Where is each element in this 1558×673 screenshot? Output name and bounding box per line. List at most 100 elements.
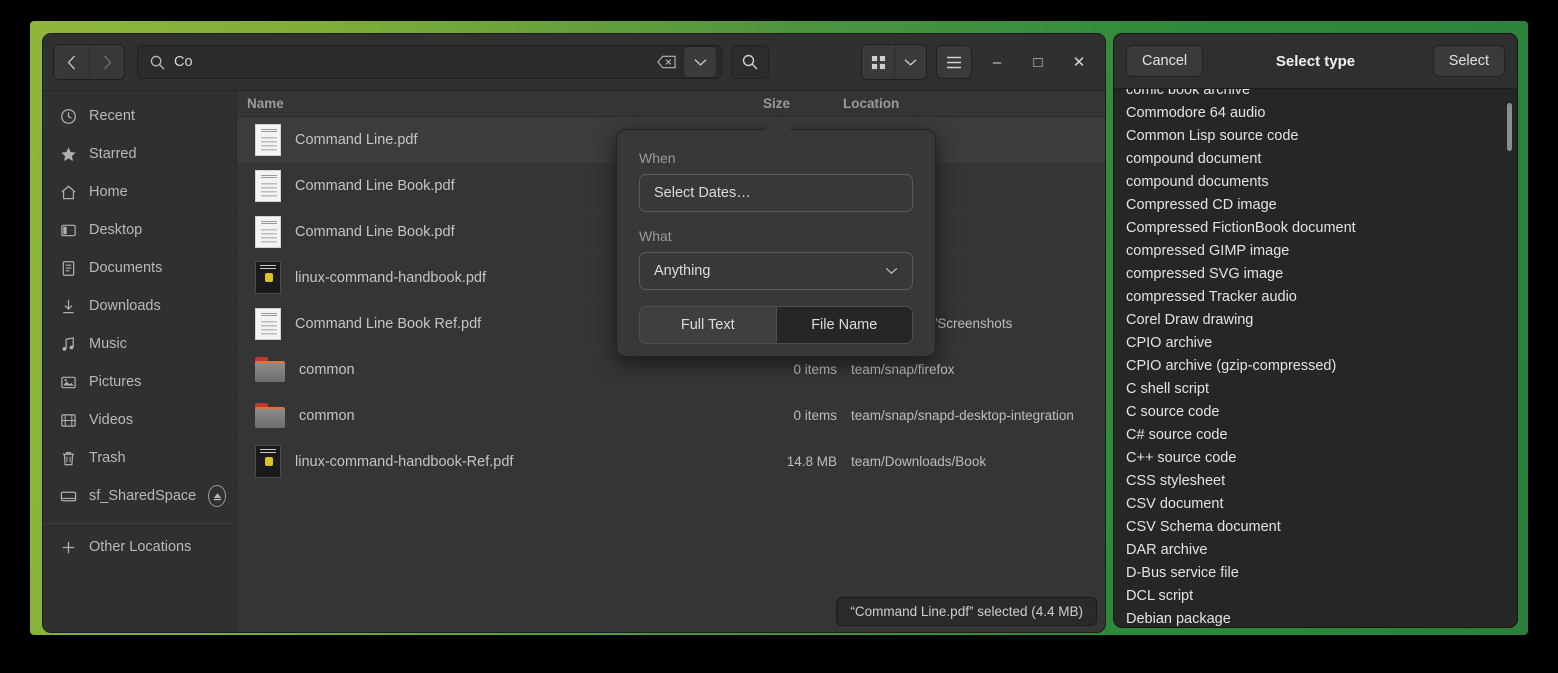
list-item[interactable]: DAR archive <box>1114 539 1517 562</box>
minimize-button[interactable]: – <box>981 45 1013 79</box>
column-header-location[interactable]: Location <box>837 96 1105 111</box>
full-text-button[interactable]: Full Text <box>640 307 776 343</box>
list-item[interactable]: Compressed FictionBook document <box>1114 217 1517 240</box>
list-item[interactable]: C source code <box>1114 401 1517 424</box>
pdf-file-icon <box>255 123 281 156</box>
select-type-dialog: Cancel Select type Select comic book arc… <box>1113 33 1518 628</box>
headerbar-right-controls: – □ ✕ <box>861 44 1095 80</box>
document-icon <box>59 259 77 277</box>
list-item[interactable]: compressed GIMP image <box>1114 240 1517 263</box>
list-item[interactable]: compound document <box>1114 148 1517 171</box>
sidebar-item-label: Downloads <box>89 298 161 314</box>
list-item[interactable]: Compressed CD image <box>1114 194 1517 217</box>
list-item[interactable]: Corel Draw drawing <box>1114 309 1517 332</box>
list-item[interactable]: CSS stylesheet <box>1114 470 1517 493</box>
sidebar-item-label: Home <box>89 184 128 200</box>
sidebar-item-trash[interactable]: Trash <box>43 439 236 477</box>
book-file-icon <box>255 261 281 294</box>
view-chevron-down-icon[interactable] <box>894 45 926 79</box>
clock-icon <box>59 107 77 125</box>
search-toggle-button[interactable] <box>731 45 769 79</box>
star-icon <box>59 145 77 163</box>
list-item[interactable]: C shell script <box>1114 378 1517 401</box>
cancel-button[interactable]: Cancel <box>1126 45 1204 77</box>
sidebar-item-downloads[interactable]: Downloads <box>43 287 236 325</box>
eject-icon[interactable] <box>208 485 226 507</box>
back-button[interactable] <box>54 45 89 79</box>
list-item[interactable]: D-Bus service file <box>1114 562 1517 585</box>
sidebar-divider <box>43 523 236 524</box>
file-name-label: Command Line Book.pdf <box>295 223 455 240</box>
list-item[interactable]: compressed SVG image <box>1114 263 1517 286</box>
column-headers: Name Size Location <box>237 91 1105 117</box>
type-list[interactable]: comic book archive Commodore 64 audio Co… <box>1114 89 1517 627</box>
clear-backspace-icon[interactable] <box>649 46 683 78</box>
list-item[interactable]: comic book archive <box>1114 89 1517 102</box>
dialog-headerbar: Cancel Select type Select <box>1114 34 1517 89</box>
what-value: Anything <box>654 263 711 279</box>
sidebar-item-home[interactable]: Home <box>43 173 236 211</box>
list-item[interactable]: compressed Tracker audio <box>1114 286 1517 309</box>
search-options-chevron-down-icon[interactable] <box>683 46 717 78</box>
scrollbar-thumb[interactable] <box>1507 103 1512 151</box>
sidebar-item-videos[interactable]: Videos <box>43 401 236 439</box>
list-item[interactable]: C# source code <box>1114 424 1517 447</box>
popover-arrow <box>765 118 791 130</box>
hamburger-menu-icon[interactable] <box>936 45 972 79</box>
file-name-button[interactable]: File Name <box>775 307 912 343</box>
list-item[interactable]: Common Lisp source code <box>1114 125 1517 148</box>
film-icon <box>59 411 77 429</box>
sidebar-item-pictures[interactable]: Pictures <box>43 363 236 401</box>
list-item[interactable]: CPIO archive <box>1114 332 1517 355</box>
list-item[interactable]: Debian package <box>1114 608 1517 627</box>
file-name-label: Command Line.pdf <box>295 131 418 148</box>
sidebar-item-other-locations[interactable]: Other Locations <box>43 528 236 566</box>
file-size-cell: 0 items <box>793 408 837 423</box>
sidebar-item-desktop[interactable]: Desktop <box>43 211 236 249</box>
music-note-icon <box>59 335 77 353</box>
select-dates-field[interactable]: Select Dates… <box>639 174 913 212</box>
picture-icon <box>59 373 77 391</box>
search-field[interactable]: Co <box>137 45 722 79</box>
file-name-cell: common <box>237 357 763 382</box>
file-location-cell: team/Downloads/Book <box>851 454 987 469</box>
column-header-name[interactable]: Name <box>237 96 763 111</box>
file-name-label: common <box>299 361 355 378</box>
what-label: What <box>639 228 672 244</box>
list-item[interactable]: CSV Schema document <box>1114 516 1517 539</box>
sidebar-item-label: Music <box>89 336 127 352</box>
file-name-label: Command Line Book.pdf <box>295 177 455 194</box>
maximize-button[interactable]: □ <box>1022 45 1054 79</box>
sidebar-item-label: Starred <box>89 146 137 162</box>
trash-icon <box>59 449 77 467</box>
grid-view-icon[interactable] <box>862 45 894 79</box>
close-button[interactable]: ✕ <box>1063 45 1095 79</box>
column-header-size[interactable]: Size <box>763 96 837 111</box>
list-item[interactable]: DCL script <box>1114 585 1517 608</box>
sidebar-item-starred[interactable]: Starred <box>43 135 236 173</box>
file-location-cell: team/snap/firefox <box>851 362 955 377</box>
table-row[interactable]: linux-command-handbook-Ref.pdf 14.8 MB t… <box>237 439 1105 485</box>
what-dropdown[interactable]: Anything <box>639 252 913 290</box>
sidebar-item-label: Videos <box>89 412 134 428</box>
forward-button[interactable] <box>89 45 124 79</box>
drive-icon <box>59 487 77 505</box>
pdf-file-icon <box>255 307 281 340</box>
sidebar-item-recent[interactable]: Recent <box>43 97 236 135</box>
home-icon <box>59 183 77 201</box>
desktop-icon <box>59 221 77 239</box>
list-item[interactable]: C++ source code <box>1114 447 1517 470</box>
window-body: Recent Starred Home Desktop Documents Do… <box>43 91 1105 632</box>
table-row[interactable]: common 0 items team/snap/snapd-desktop-i… <box>237 393 1105 439</box>
list-item[interactable]: compound documents <box>1114 171 1517 194</box>
select-button[interactable]: Select <box>1432 45 1505 77</box>
sidebar-item-documents[interactable]: Documents <box>43 249 236 287</box>
sidebar-item-music[interactable]: Music <box>43 325 236 363</box>
when-label: When <box>639 150 676 166</box>
list-item[interactable]: CPIO archive (gzip-compressed) <box>1114 355 1517 378</box>
folder-icon <box>255 357 285 382</box>
list-item[interactable]: CSV document <box>1114 493 1517 516</box>
list-item[interactable]: Commodore 64 audio <box>1114 102 1517 125</box>
sidebar-item-sf-sharedspace[interactable]: sf_SharedSpace <box>43 477 236 515</box>
window-headerbar: Co – □ ✕ <box>43 34 1105 91</box>
